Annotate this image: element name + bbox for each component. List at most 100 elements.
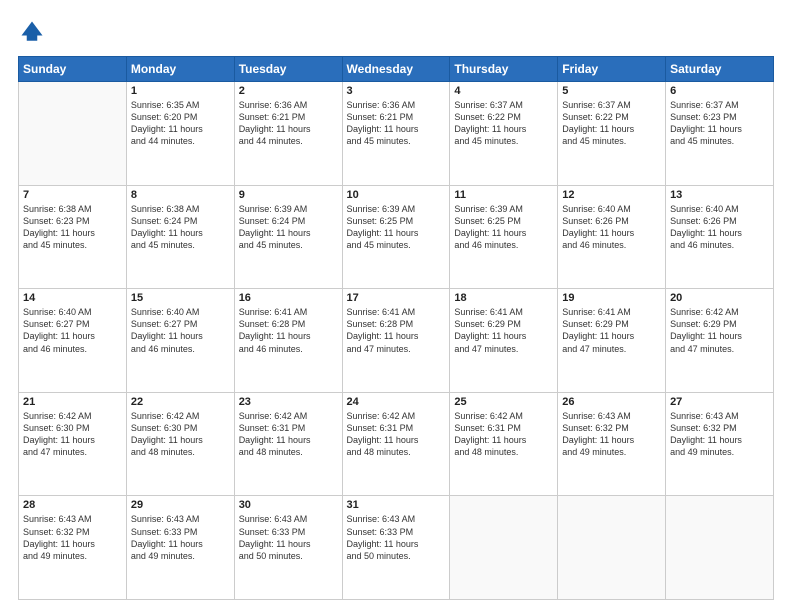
calendar-cell: 19Sunrise: 6:41 AM Sunset: 6:29 PM Dayli… bbox=[558, 289, 666, 393]
calendar-cell: 8 Sunrise: 6:38 AM Sunset: 6:24 PM Daylig… bbox=[126, 185, 234, 289]
calendar-cell: 24 Sunrise: 6:42 AM Sunset: 6:31 PM Dayli… bbox=[342, 392, 450, 496]
day-number: 10 bbox=[347, 189, 446, 201]
calendar-cell: 7Sunrise: 6:38 AM Sunset: 6:23 PM Daylig… bbox=[19, 185, 127, 289]
calendar-cell: 6Sunrise: 6:37 AM Sunset: 6:23 PM Daylig… bbox=[666, 82, 774, 186]
calendar-cell bbox=[450, 496, 558, 600]
day-info: Sunrise: 6:38 AM Sunset: 6:23 PM Dayligh… bbox=[23, 203, 122, 252]
calendar-cell: 1 Sunrise: 6:35 AM Sunset: 6:20 PM Daylig… bbox=[126, 82, 234, 186]
day-number: 4 bbox=[454, 85, 553, 97]
calendar-cell: 25Sunrise: 6:42 AM Sunset: 6:31 PM Dayli… bbox=[450, 392, 558, 496]
day-info: Sunrise: 6:41 AM Sunset: 6:28 PM Dayligh… bbox=[239, 306, 338, 355]
calendar-weekday-header: Friday bbox=[558, 57, 666, 82]
calendar-cell: 4 Sunrise: 6:37 AM Sunset: 6:22 PM Daylig… bbox=[450, 82, 558, 186]
day-number: 14 bbox=[23, 292, 122, 304]
day-number: 16 bbox=[239, 292, 338, 304]
day-info: Sunrise: 6:38 AM Sunset: 6:24 PM Dayligh… bbox=[131, 203, 230, 252]
day-number: 24 bbox=[347, 396, 446, 408]
calendar-cell: 26 Sunrise: 6:43 AM Sunset: 6:32 PM Dayli… bbox=[558, 392, 666, 496]
calendar-week-row: 14 Sunrise: 6:40 AM Sunset: 6:27 PM Dayli… bbox=[19, 289, 774, 393]
day-number: 8 bbox=[131, 189, 230, 201]
calendar-cell: 27 Sunrise: 6:43 AM Sunset: 6:32 PM Dayli… bbox=[666, 392, 774, 496]
day-info: Sunrise: 6:43 AM Sunset: 6:33 PM Dayligh… bbox=[131, 513, 230, 562]
calendar-cell: 12 Sunrise: 6:40 AM Sunset: 6:26 PM Dayli… bbox=[558, 185, 666, 289]
calendar-cell: 31 Sunrise: 6:43 AM Sunset: 6:33 PM Dayli… bbox=[342, 496, 450, 600]
day-number: 11 bbox=[454, 189, 553, 201]
calendar-cell: 20 Sunrise: 6:42 AM Sunset: 6:29 PM Dayli… bbox=[666, 289, 774, 393]
day-info: Sunrise: 6:36 AM Sunset: 6:21 PM Dayligh… bbox=[347, 99, 446, 148]
calendar-weekday-header: Wednesday bbox=[342, 57, 450, 82]
calendar-cell: 13Sunrise: 6:40 AM Sunset: 6:26 PM Dayli… bbox=[666, 185, 774, 289]
day-info: Sunrise: 6:41 AM Sunset: 6:29 PM Dayligh… bbox=[454, 306, 553, 355]
day-number: 28 bbox=[23, 499, 122, 511]
calendar-weekday-header: Thursday bbox=[450, 57, 558, 82]
calendar-cell: 3Sunrise: 6:36 AM Sunset: 6:21 PM Daylig… bbox=[342, 82, 450, 186]
day-number: 30 bbox=[239, 499, 338, 511]
calendar-cell bbox=[19, 82, 127, 186]
day-info: Sunrise: 6:39 AM Sunset: 6:25 PM Dayligh… bbox=[347, 203, 446, 252]
day-number: 20 bbox=[670, 292, 769, 304]
day-info: Sunrise: 6:42 AM Sunset: 6:31 PM Dayligh… bbox=[347, 410, 446, 459]
day-info: Sunrise: 6:41 AM Sunset: 6:29 PM Dayligh… bbox=[562, 306, 661, 355]
calendar-week-row: 7Sunrise: 6:38 AM Sunset: 6:23 PM Daylig… bbox=[19, 185, 774, 289]
day-number: 12 bbox=[562, 189, 661, 201]
day-number: 22 bbox=[131, 396, 230, 408]
calendar-weekday-header: Tuesday bbox=[234, 57, 342, 82]
calendar-week-row: 21 Sunrise: 6:42 AM Sunset: 6:30 PM Dayli… bbox=[19, 392, 774, 496]
calendar-cell: 17 Sunrise: 6:41 AM Sunset: 6:28 PM Dayli… bbox=[342, 289, 450, 393]
day-number: 21 bbox=[23, 396, 122, 408]
day-number: 17 bbox=[347, 292, 446, 304]
calendar-cell: 10 Sunrise: 6:39 AM Sunset: 6:25 PM Dayli… bbox=[342, 185, 450, 289]
day-info: Sunrise: 6:43 AM Sunset: 6:33 PM Dayligh… bbox=[347, 513, 446, 562]
calendar-cell: 22 Sunrise: 6:42 AM Sunset: 6:30 PM Dayli… bbox=[126, 392, 234, 496]
day-number: 29 bbox=[131, 499, 230, 511]
logo bbox=[18, 18, 50, 46]
day-info: Sunrise: 6:42 AM Sunset: 6:30 PM Dayligh… bbox=[131, 410, 230, 459]
day-number: 18 bbox=[454, 292, 553, 304]
day-number: 15 bbox=[131, 292, 230, 304]
day-info: Sunrise: 6:41 AM Sunset: 6:28 PM Dayligh… bbox=[347, 306, 446, 355]
day-info: Sunrise: 6:35 AM Sunset: 6:20 PM Dayligh… bbox=[131, 99, 230, 148]
calendar-cell: 29 Sunrise: 6:43 AM Sunset: 6:33 PM Dayli… bbox=[126, 496, 234, 600]
day-info: Sunrise: 6:42 AM Sunset: 6:29 PM Dayligh… bbox=[670, 306, 769, 355]
page: SundayMondayTuesdayWednesdayThursdayFrid… bbox=[0, 0, 792, 612]
day-number: 27 bbox=[670, 396, 769, 408]
calendar-cell: 11 Sunrise: 6:39 AM Sunset: 6:25 PM Dayli… bbox=[450, 185, 558, 289]
calendar-cell: 16 Sunrise: 6:41 AM Sunset: 6:28 PM Dayli… bbox=[234, 289, 342, 393]
day-info: Sunrise: 6:42 AM Sunset: 6:31 PM Dayligh… bbox=[454, 410, 553, 459]
day-number: 5 bbox=[562, 85, 661, 97]
day-info: Sunrise: 6:40 AM Sunset: 6:27 PM Dayligh… bbox=[23, 306, 122, 355]
day-number: 9 bbox=[239, 189, 338, 201]
day-number: 1 bbox=[131, 85, 230, 97]
day-info: Sunrise: 6:39 AM Sunset: 6:24 PM Dayligh… bbox=[239, 203, 338, 252]
calendar-table: SundayMondayTuesdayWednesdayThursdayFrid… bbox=[18, 56, 774, 600]
day-number: 2 bbox=[239, 85, 338, 97]
calendar-week-row: 1 Sunrise: 6:35 AM Sunset: 6:20 PM Daylig… bbox=[19, 82, 774, 186]
header bbox=[18, 18, 774, 46]
day-info: Sunrise: 6:36 AM Sunset: 6:21 PM Dayligh… bbox=[239, 99, 338, 148]
day-number: 23 bbox=[239, 396, 338, 408]
calendar-cell: 15 Sunrise: 6:40 AM Sunset: 6:27 PM Dayli… bbox=[126, 289, 234, 393]
day-number: 26 bbox=[562, 396, 661, 408]
calendar-cell: 23 Sunrise: 6:42 AM Sunset: 6:31 PM Dayli… bbox=[234, 392, 342, 496]
day-info: Sunrise: 6:37 AM Sunset: 6:22 PM Dayligh… bbox=[454, 99, 553, 148]
calendar-cell: 28 Sunrise: 6:43 AM Sunset: 6:32 PM Dayli… bbox=[19, 496, 127, 600]
calendar-weekday-header: Sunday bbox=[19, 57, 127, 82]
calendar-cell: 30 Sunrise: 6:43 AM Sunset: 6:33 PM Dayli… bbox=[234, 496, 342, 600]
day-info: Sunrise: 6:39 AM Sunset: 6:25 PM Dayligh… bbox=[454, 203, 553, 252]
day-info: Sunrise: 6:40 AM Sunset: 6:27 PM Dayligh… bbox=[131, 306, 230, 355]
calendar-weekday-header: Saturday bbox=[666, 57, 774, 82]
calendar-cell: 18 Sunrise: 6:41 AM Sunset: 6:29 PM Dayli… bbox=[450, 289, 558, 393]
calendar-header-row: SundayMondayTuesdayWednesdayThursdayFrid… bbox=[19, 57, 774, 82]
day-info: Sunrise: 6:40 AM Sunset: 6:26 PM Dayligh… bbox=[562, 203, 661, 252]
day-info: Sunrise: 6:43 AM Sunset: 6:33 PM Dayligh… bbox=[239, 513, 338, 562]
calendar-cell: 9 Sunrise: 6:39 AM Sunset: 6:24 PM Daylig… bbox=[234, 185, 342, 289]
day-info: Sunrise: 6:42 AM Sunset: 6:31 PM Dayligh… bbox=[239, 410, 338, 459]
day-info: Sunrise: 6:43 AM Sunset: 6:32 PM Dayligh… bbox=[23, 513, 122, 562]
calendar-cell bbox=[558, 496, 666, 600]
day-info: Sunrise: 6:43 AM Sunset: 6:32 PM Dayligh… bbox=[562, 410, 661, 459]
day-info: Sunrise: 6:40 AM Sunset: 6:26 PM Dayligh… bbox=[670, 203, 769, 252]
calendar-week-row: 28 Sunrise: 6:43 AM Sunset: 6:32 PM Dayli… bbox=[19, 496, 774, 600]
day-info: Sunrise: 6:43 AM Sunset: 6:32 PM Dayligh… bbox=[670, 410, 769, 459]
day-number: 31 bbox=[347, 499, 446, 511]
calendar-weekday-header: Monday bbox=[126, 57, 234, 82]
